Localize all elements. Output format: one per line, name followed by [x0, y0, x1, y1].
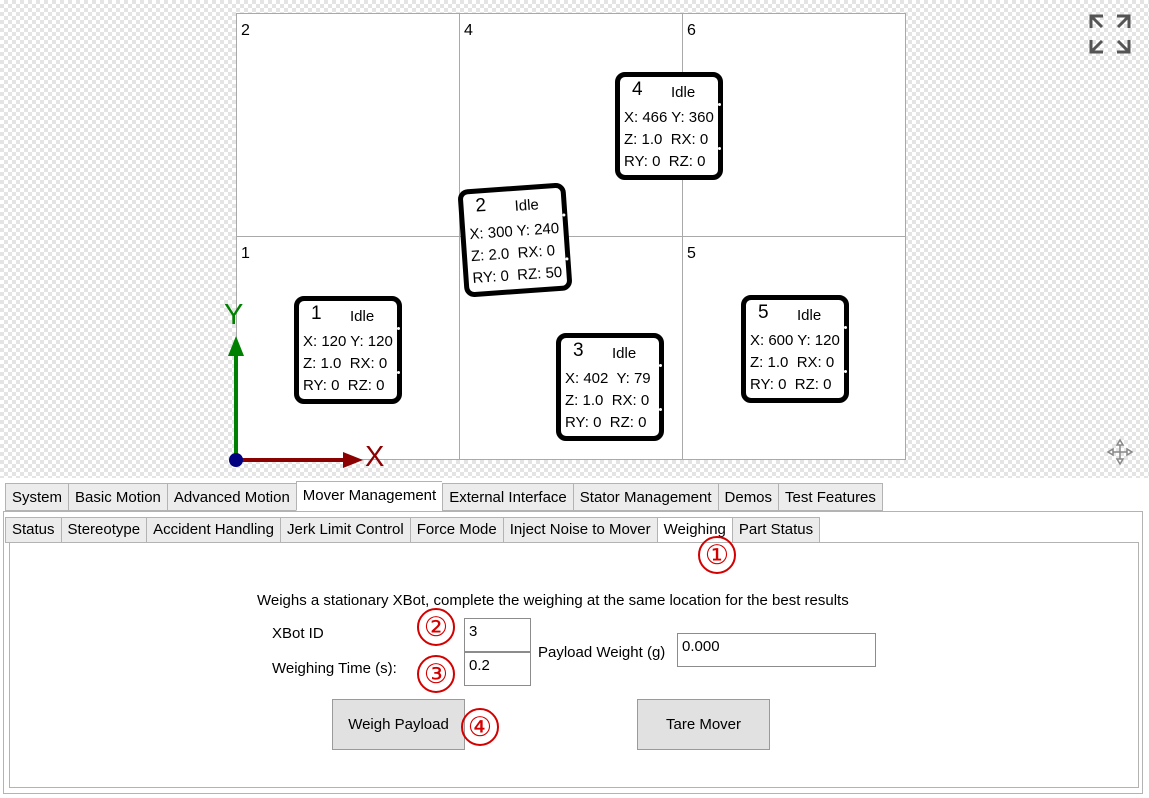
zone-label: 1	[241, 245, 250, 262]
tab-demos[interactable]: Demos	[717, 483, 779, 511]
mover-x: X: 600	[750, 332, 794, 349]
mover-ry: RY: 0	[750, 376, 787, 393]
x-axis-label: X	[365, 441, 385, 473]
subtab-force-mode[interactable]: Force Mode	[409, 517, 503, 543]
main-tab-bar: System Basic Motion Advanced Motion Move…	[5, 481, 883, 511]
zone-label: 4	[464, 22, 473, 39]
weighing-description: Weighs a stationary XBot, complete the w…	[257, 592, 849, 609]
subtab-stereotype[interactable]: Stereotype	[60, 517, 147, 543]
mover-rx: RX: 0	[611, 392, 650, 409]
mover-state: Idle	[797, 307, 822, 324]
mover-x: X: 466	[624, 109, 668, 126]
mover-ry: RY: 0	[471, 267, 510, 288]
tab-external-interface[interactable]: External Interface	[442, 483, 573, 511]
mover-rx: RX: 0	[670, 131, 709, 148]
y-axis-label: Y	[224, 299, 244, 331]
mover-state: Idle	[514, 196, 540, 215]
x-axis-arrow	[343, 452, 363, 468]
mover-rz: RZ: 0	[794, 376, 832, 393]
mover-z: Z: 1.0	[624, 131, 663, 148]
mover-card[interactable]: 5 Idle X: 600 Y: 120 Z: 1.0 RX: 0 RY: 0 …	[741, 295, 849, 403]
payload-weight-field: 0.000	[677, 633, 876, 667]
annotation-marker: ③	[417, 655, 455, 693]
mover-id: 3	[573, 340, 584, 361]
mover-card[interactable]: 3 Idle X: 402 Y: 79 Z: 1.0 RX: 0 RY: 0 R…	[556, 333, 664, 441]
planar-view[interactable]: 2 4 6 1 3 5 1 Idle X: 120 Y: 120 Z: 1.0 …	[0, 0, 1149, 478]
mover-z: Z: 1.0	[565, 392, 604, 409]
annotation-marker: ②	[417, 608, 455, 646]
mover-x: X: 402	[565, 370, 609, 387]
tab-stator-management[interactable]: Stator Management	[572, 483, 718, 511]
weigh-payload-button[interactable]: Weigh Payload	[332, 699, 465, 750]
expand-arrows-icon[interactable]	[1089, 14, 1131, 54]
xbot-id-field[interactable]: 3	[464, 618, 531, 652]
tab-test-features[interactable]: Test Features	[778, 483, 883, 511]
tab-advanced-motion[interactable]: Advanced Motion	[166, 483, 296, 511]
weighing-panel	[9, 542, 1139, 788]
payload-weight-label: Payload Weight (g)	[538, 644, 666, 661]
mover-ry: RY: 0	[565, 414, 602, 431]
mover-rz: RZ: 0	[668, 153, 706, 170]
zone-label: 2	[241, 22, 250, 39]
mover-id: 5	[758, 302, 769, 323]
mover-rx: RX: 0	[796, 354, 835, 371]
axes-indicator	[228, 336, 363, 468]
mover-x: X: 300	[468, 223, 514, 244]
subtab-status[interactable]: Status	[5, 517, 61, 543]
zone-label: 5	[687, 245, 696, 262]
mover-card[interactable]: 4 Idle X: 466 Y: 360 Z: 1.0 RX: 0 RY: 0 …	[615, 72, 723, 180]
mover-id: 4	[632, 79, 643, 100]
mover-z: Z: 1.0	[750, 354, 789, 371]
mover-state: Idle	[671, 84, 696, 101]
move-cursor-icon[interactable]	[1106, 438, 1134, 466]
subtab-accident-handling[interactable]: Accident Handling	[146, 517, 280, 543]
mover-y: Y: 240	[516, 219, 560, 240]
mover-card[interactable]: 2 Idle X: 300 Y: 240 Z: 2.0 RX: 0 RY: 0 …	[457, 182, 573, 298]
weighing-time-label: Weighing Time (s):	[272, 660, 397, 677]
tab-mover-management[interactable]: Mover Management	[295, 481, 443, 511]
subtab-part-status[interactable]: Part Status	[731, 517, 821, 543]
mover-y: Y: 120	[797, 332, 840, 349]
annotation-marker: ④	[461, 708, 499, 746]
tab-system[interactable]: System	[5, 483, 69, 511]
mover-state: Idle	[612, 345, 637, 362]
y-axis-arrow	[228, 336, 244, 356]
tab-basic-motion[interactable]: Basic Motion	[68, 483, 167, 511]
mover-id: 2	[474, 194, 487, 217]
mover-y: Y: 79	[616, 370, 651, 387]
mover-rz: RZ: 0	[609, 414, 647, 431]
mover-y: Y: 360	[671, 109, 714, 126]
mover-ry: RY: 0	[624, 153, 661, 170]
annotation-marker: ①	[698, 536, 736, 574]
subtab-inject-noise[interactable]: Inject Noise to Mover	[502, 517, 657, 543]
mover-z: Z: 2.0	[470, 245, 510, 266]
sub-tab-bar: Status Stereotype Accident Handling Jerk…	[5, 517, 821, 543]
zone-label: 6	[687, 22, 696, 39]
mover-rx: RX: 0	[517, 242, 556, 262]
mover-rz: RZ: 50	[516, 263, 563, 284]
axis-origin	[229, 453, 243, 467]
subtab-jerk-limit-control[interactable]: Jerk Limit Control	[280, 517, 410, 543]
zone-tile: 2	[236, 13, 460, 237]
weighing-time-field[interactable]: 0.2	[464, 652, 531, 686]
tare-mover-button[interactable]: Tare Mover	[637, 699, 770, 750]
xbot-id-label: XBot ID	[272, 625, 324, 642]
